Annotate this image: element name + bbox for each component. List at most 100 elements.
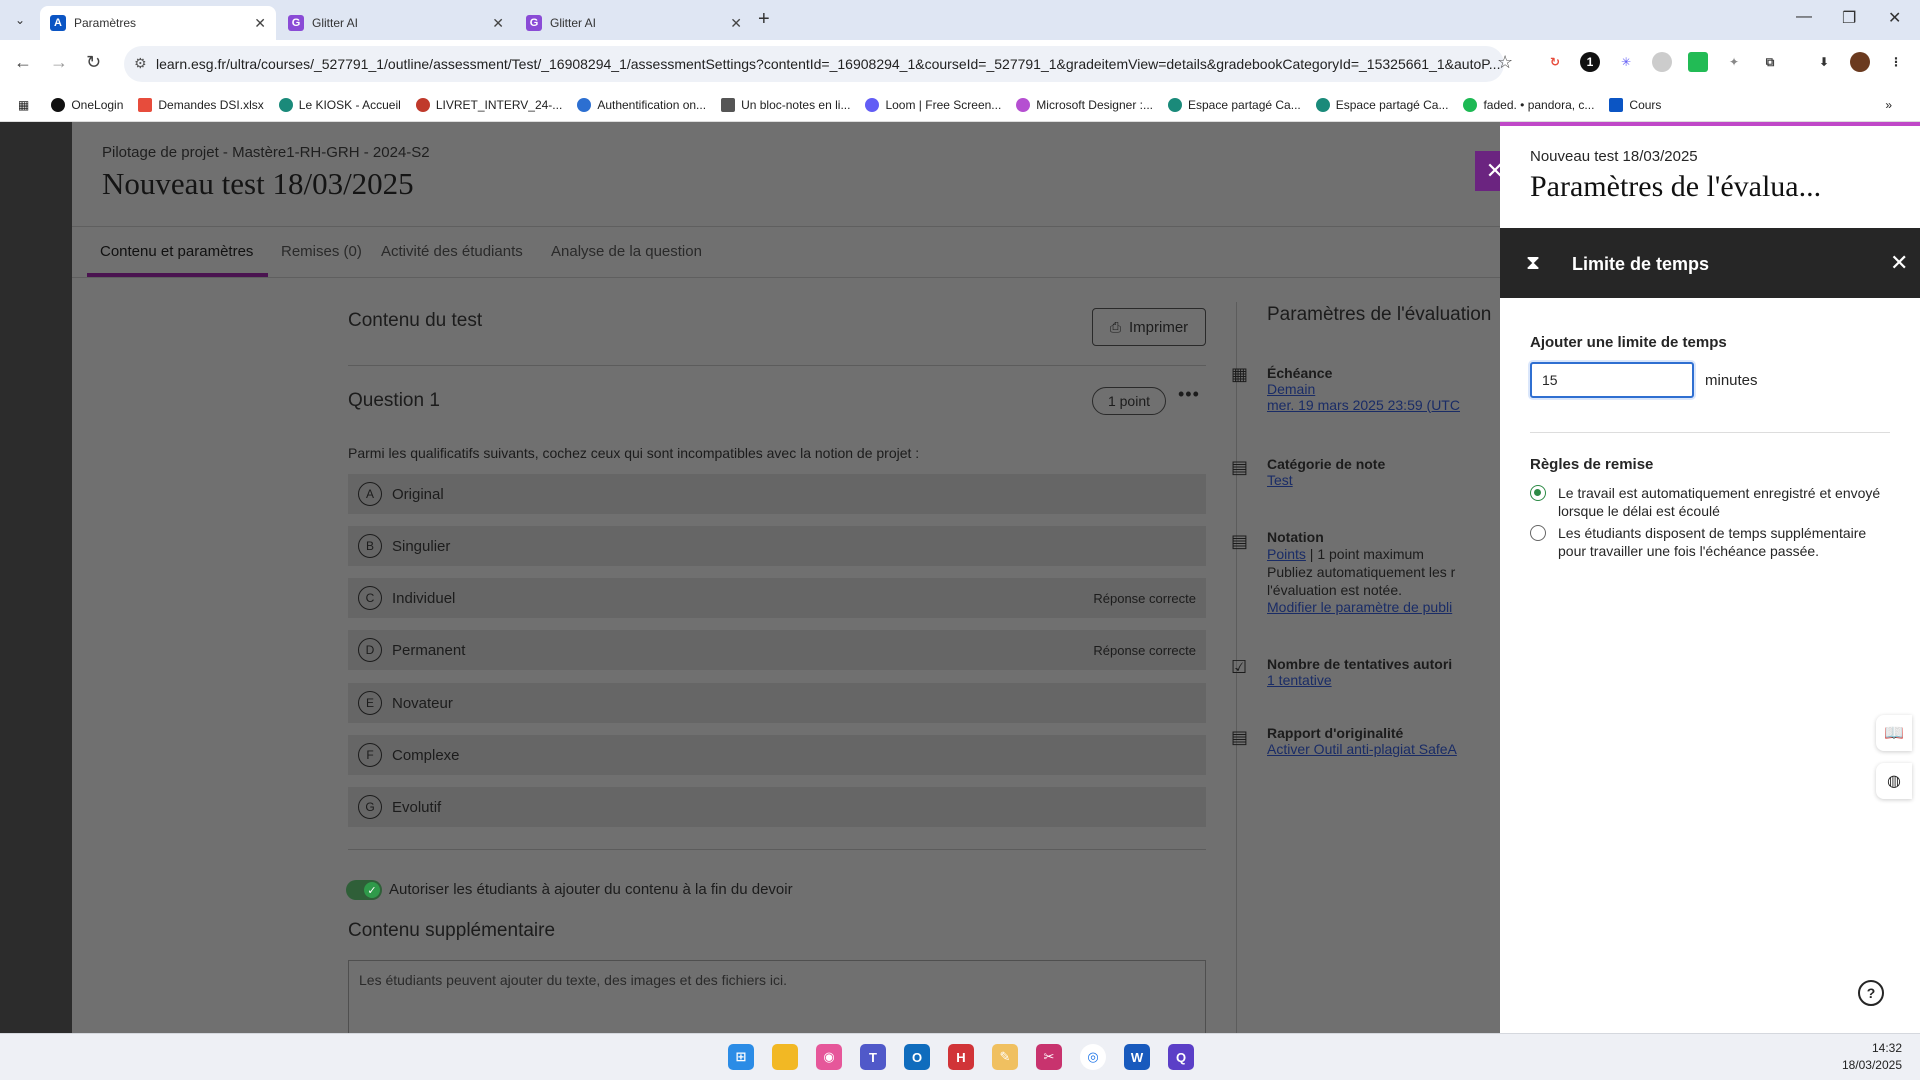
tab-search-icon[interactable]: ⌄	[8, 8, 32, 32]
points-badge[interactable]: 1 point	[1092, 387, 1166, 415]
bookmark-item[interactable]: Un bloc-notes en li...	[721, 97, 850, 112]
radio-unselected[interactable]	[1530, 525, 1546, 541]
close-icon[interactable]: ✕	[254, 15, 266, 32]
restore-icon[interactable]: ❐	[1842, 8, 1856, 28]
rule-auto-submit[interactable]: Le travail est automatiquement enregistr…	[1530, 484, 1890, 520]
answer-text: Permanent	[392, 641, 466, 659]
answer-option: A Original	[348, 474, 1206, 514]
attempts-label: Nombre de tentatives autori	[1267, 656, 1453, 672]
grading-label: Notation	[1267, 529, 1324, 545]
submission-rules-label: Règles de remise	[1530, 456, 1654, 473]
extensions-puzzle-icon[interactable]: ⧉	[1760, 52, 1780, 72]
extension-icon[interactable]: ✦	[1724, 52, 1744, 72]
tab-remises[interactable]: Remises (0)	[281, 243, 362, 260]
answer-letter: D	[358, 638, 382, 662]
bookmark-item[interactable]: LIVRET_INTERV_24-...	[415, 97, 562, 112]
apps-grid-icon[interactable]: ▦	[18, 98, 29, 112]
extension-icon[interactable]	[1688, 52, 1708, 72]
allow-content-toggle[interactable]: ✓	[346, 880, 382, 900]
minimize-icon[interactable]: —	[1796, 8, 1812, 26]
answer-letter: C	[358, 586, 382, 610]
due-date-value[interactable]: mer. 19 mars 2025 23:59 (UTC	[1267, 397, 1507, 413]
extra-content-area[interactable]: Les étudiants peuvent ajouter du texte, …	[348, 960, 1206, 1033]
more-bookmarks-chevron-icon[interactable]: »	[1885, 98, 1892, 112]
divider	[348, 849, 1206, 850]
tab-activite-etudiants[interactable]: Activité des étudiants	[381, 243, 523, 260]
address-bar[interactable]: ⚙ learn.esg.fr/ultra/courses/_527791_1/o…	[124, 46, 1504, 82]
answer-text: Complexe	[392, 746, 460, 764]
bookmark-star-icon[interactable]: ☆	[1497, 52, 1513, 73]
bookmark-item[interactable]: Demandes DSI.xlsx	[138, 97, 264, 112]
browser-tab-parametres[interactable]: A Paramètres ✕	[40, 6, 276, 40]
app-q-icon[interactable]: Q	[1168, 1044, 1194, 1070]
close-icon[interactable]: ✕	[492, 15, 504, 32]
reload-icon[interactable]: ↻	[86, 52, 101, 73]
radio-selected[interactable]	[1530, 485, 1546, 501]
outlook-icon[interactable]: O	[904, 1044, 930, 1070]
grade-category-link[interactable]: Test	[1267, 472, 1507, 488]
time-limit-input[interactable]	[1530, 362, 1694, 398]
checkmark-icon: ✓	[364, 882, 380, 898]
question-prompt: Parmi les qualificatifs suivants, cochez…	[348, 445, 920, 461]
grading-points-link[interactable]: Points	[1267, 546, 1306, 562]
close-icon[interactable]: ✕	[1890, 250, 1908, 276]
due-date-link[interactable]: Demain	[1267, 381, 1507, 397]
app-h-icon[interactable]: H	[948, 1044, 974, 1070]
bookmark-item[interactable]: faded. • pandora, c...	[1463, 97, 1595, 112]
bookmark-item[interactable]: Microsoft Designer :...	[1016, 97, 1153, 112]
browser-tab-glitter-1[interactable]: G Glitter AI ✕	[278, 6, 514, 40]
chrome-icon[interactable]: ◎	[1080, 1044, 1106, 1070]
bookmark-item[interactable]: Cours	[1609, 97, 1661, 112]
time-limit-heading: Limite de temps	[1572, 254, 1710, 274]
tab-contenu-parametres[interactable]: Contenu et paramètres	[100, 243, 253, 260]
close-icon[interactable]: ✕	[730, 15, 742, 32]
extension-icon[interactable]	[1652, 52, 1672, 72]
tab-analyse-question[interactable]: Analyse de la question	[551, 243, 702, 260]
originality-link[interactable]: Activer Outil anti-plagiat SafeA	[1267, 741, 1507, 757]
file-explorer-icon[interactable]	[772, 1044, 798, 1070]
more-options-icon[interactable]: •••	[1178, 384, 1200, 405]
bookmark-item[interactable]: Espace partagé Ca...	[1315, 97, 1448, 112]
help-icon[interactable]: ?	[1858, 980, 1884, 1006]
extension-onelogin-icon[interactable]: 1	[1580, 52, 1600, 72]
attempts-link[interactable]: 1 tentative	[1267, 672, 1507, 688]
back-arrow-icon[interactable]: ←	[14, 52, 32, 73]
kebab-menu-icon[interactable]: ⋮	[1886, 52, 1906, 72]
rule-extra-time[interactable]: Les étudiants disposent de temps supplém…	[1530, 524, 1890, 560]
bookmark-item[interactable]: Loom | Free Screen...	[865, 97, 1001, 112]
download-icon[interactable]: ⬇	[1814, 52, 1834, 72]
answer-option: C Individuel Réponse correcte	[348, 578, 1206, 618]
photos-icon[interactable]: ◉	[816, 1044, 842, 1070]
forward-arrow-icon[interactable]: →	[50, 52, 68, 73]
word-icon[interactable]: W	[1124, 1044, 1150, 1070]
question-title: Question 1	[348, 390, 440, 411]
originality-icon: ▤	[1231, 727, 1249, 747]
originality-label: Rapport d'originalité	[1267, 725, 1404, 741]
correct-answer-label: Réponse correcte	[1093, 590, 1196, 606]
print-button[interactable]: ⎙ Imprimer	[1092, 308, 1206, 346]
profile-avatar[interactable]	[1850, 52, 1870, 72]
rule-extra-time-label: Les étudiants disposent de temps supplém…	[1558, 525, 1867, 559]
color-picker-icon[interactable]: ◍	[1876, 763, 1912, 799]
new-tab-plus-icon[interactable]: +	[758, 8, 770, 31]
bookmark-item[interactable]: OneLogin	[51, 97, 124, 112]
app-icon[interactable]: ✎	[992, 1044, 1018, 1070]
bookmark-label: faded. • pandora, c...	[1483, 97, 1595, 112]
bookmark-label: Authentification on...	[597, 97, 707, 112]
snipping-tool-icon[interactable]: ✂	[1036, 1044, 1062, 1070]
bookmark-item[interactable]: Le KIOSK - Accueil	[278, 97, 401, 112]
edit-publish-link[interactable]: Modifier le paramètre de publi	[1267, 599, 1507, 615]
reader-book-icon[interactable]: 📖	[1876, 715, 1912, 751]
teams-icon[interactable]: T	[860, 1044, 886, 1070]
extension-icon[interactable]: ↻	[1545, 52, 1565, 72]
site-info-icon[interactable]: ⚙	[134, 55, 147, 72]
windows-start-icon[interactable]: ⊞	[728, 1044, 754, 1070]
extension-loom-icon[interactable]: ✳	[1616, 52, 1636, 72]
bookmark-item[interactable]: Authentification on...	[577, 97, 707, 112]
system-clock[interactable]: 14:32 18/03/2025	[1842, 1040, 1902, 1074]
bookmark-item[interactable]: Espace partagé Ca...	[1168, 97, 1301, 112]
browser-tab-glitter-2[interactable]: G Glitter AI ✕	[516, 6, 752, 40]
bookmark-label: OneLogin	[71, 97, 124, 112]
url-text: learn.esg.fr/ultra/courses/_527791_1/out…	[156, 56, 1501, 72]
window-close-icon[interactable]: ✕	[1888, 8, 1901, 28]
